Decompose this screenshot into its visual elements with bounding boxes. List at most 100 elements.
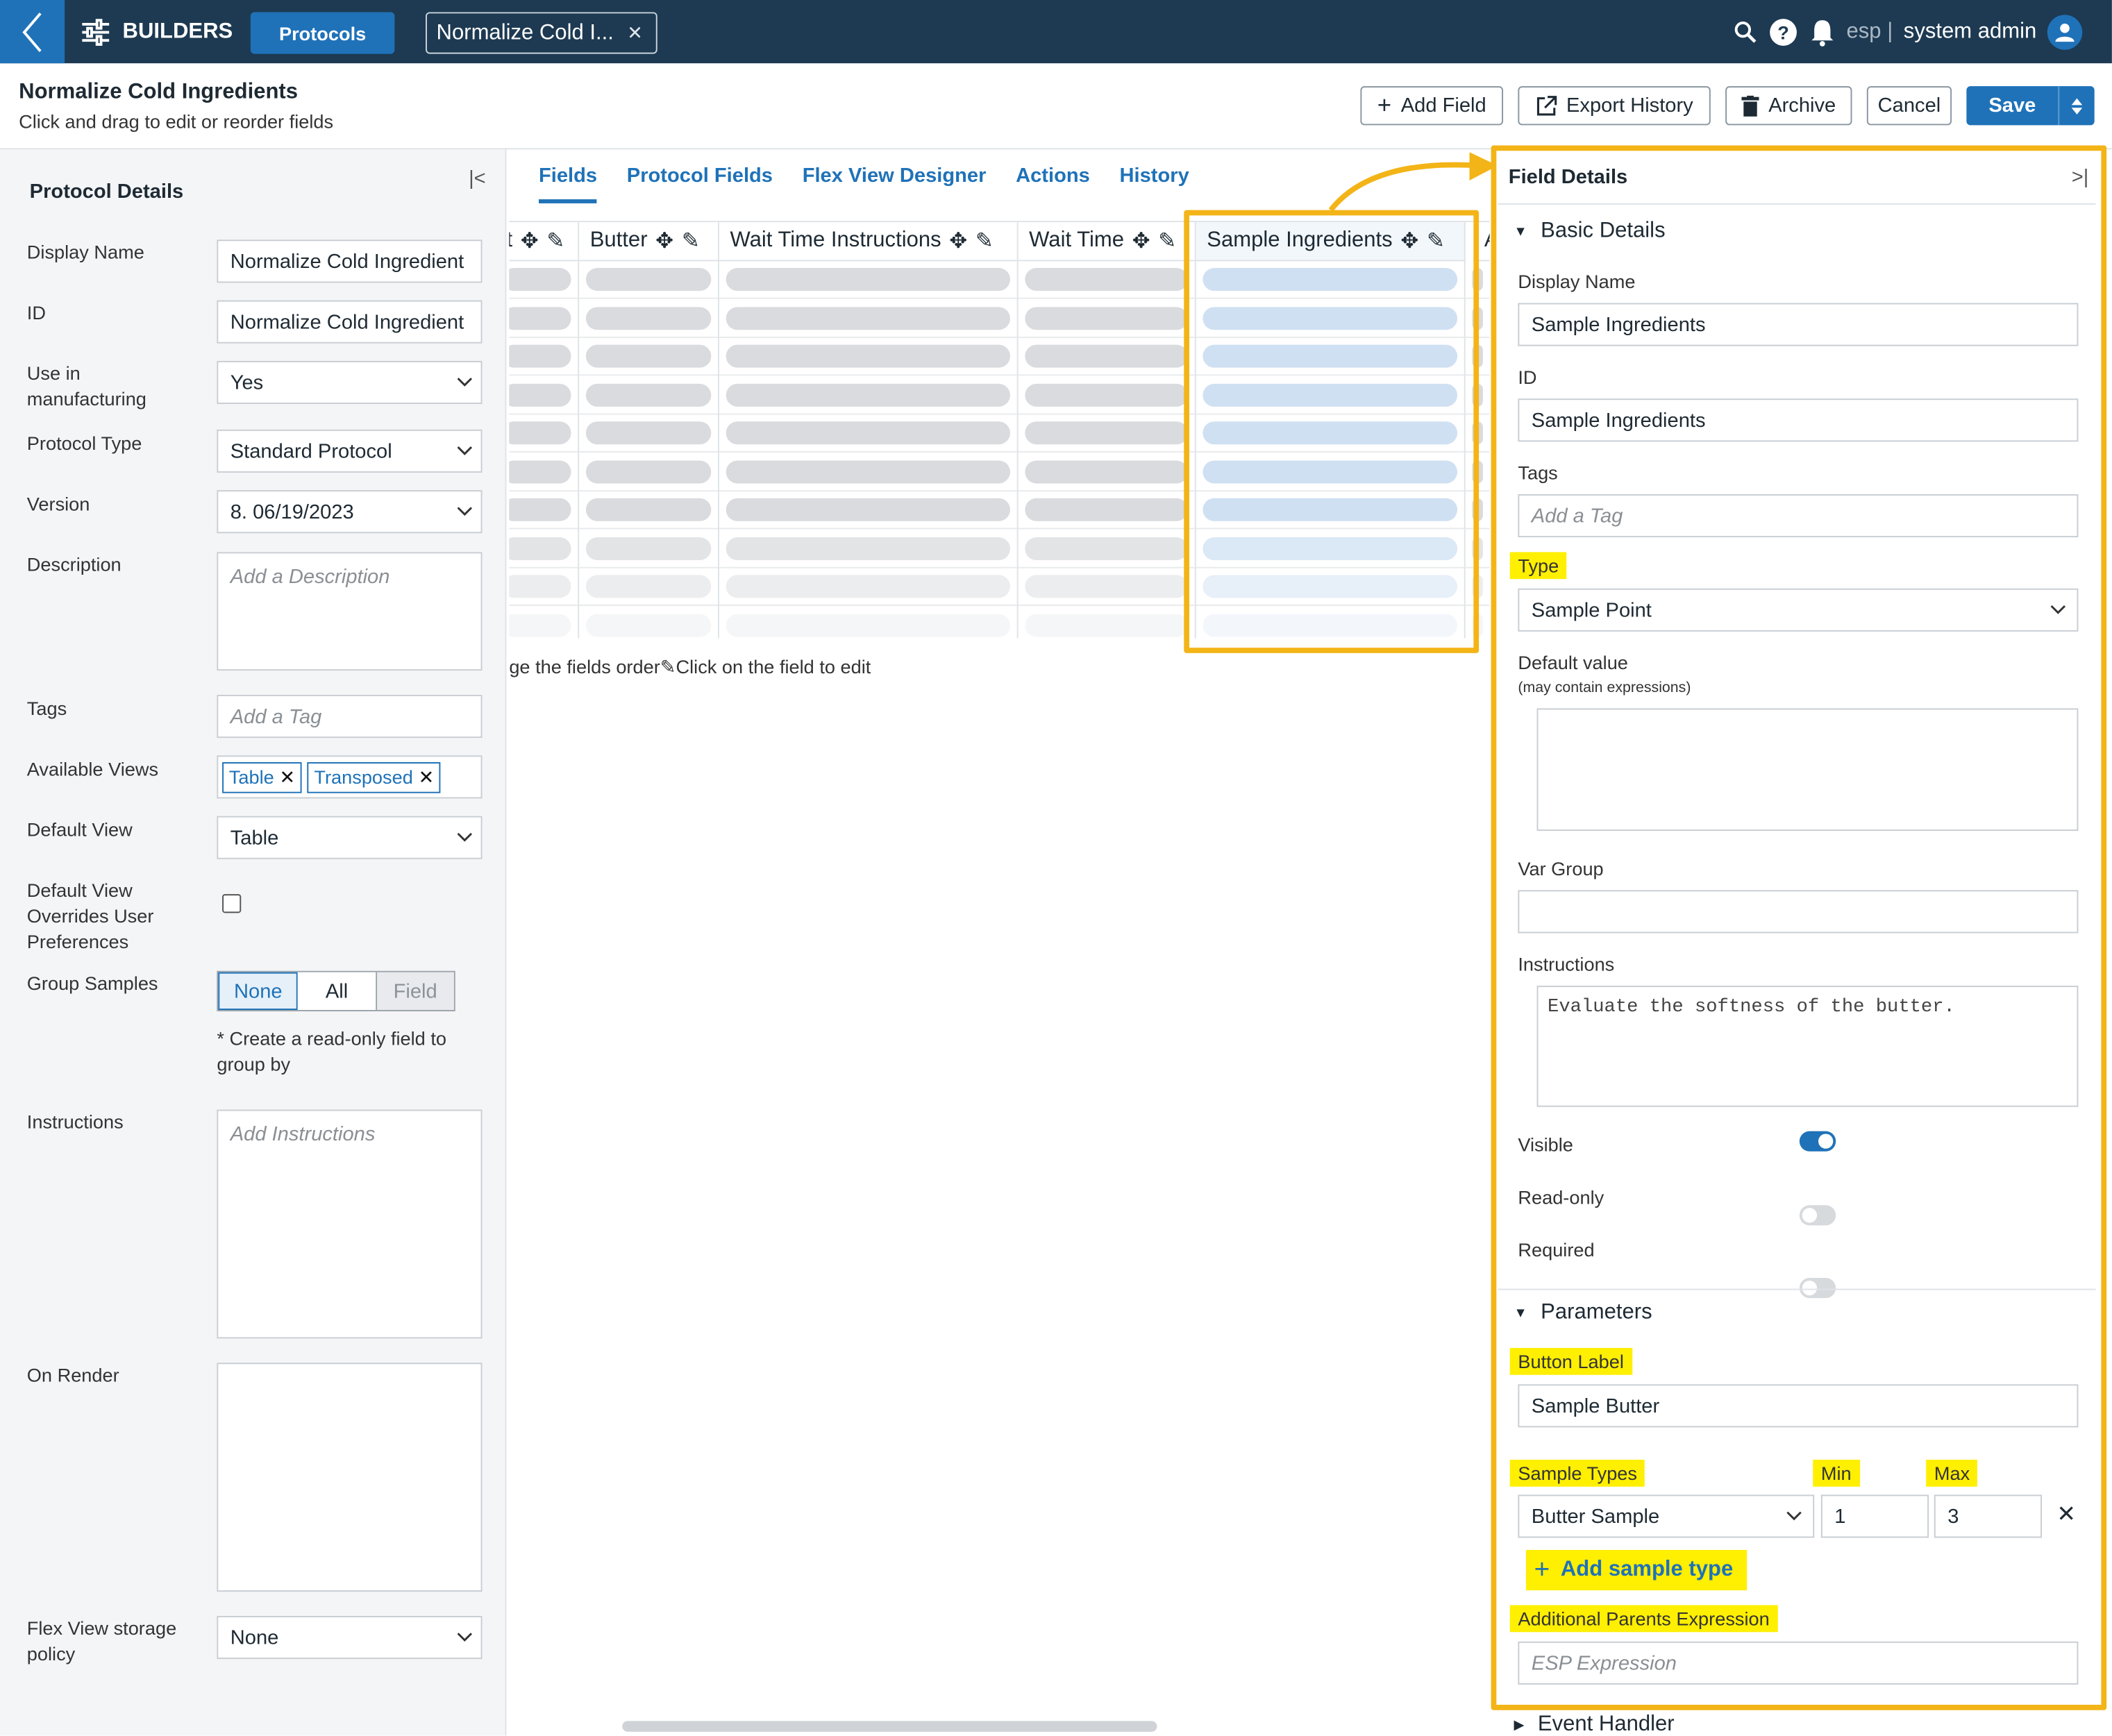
add-sample-type-button[interactable]: + Add sample type <box>1526 1549 1747 1591</box>
use-in-mfg-select[interactable]: Yes <box>217 360 483 404</box>
tags-input[interactable]: Add a Tag <box>217 695 483 739</box>
basic-details-section[interactable]: ▼ Basic Details <box>1514 219 1666 244</box>
var-group-input[interactable] <box>1518 890 2079 934</box>
bell-icon[interactable] <box>1809 17 1836 47</box>
tab-fields[interactable]: Fields <box>539 165 598 203</box>
archive-button[interactable]: Archive <box>1725 86 1852 126</box>
tab-protocol-fields[interactable]: Protocol Fields <box>627 165 773 203</box>
display-name-input[interactable]: Normalize Cold Ingredient <box>217 239 483 283</box>
parents-expression-input[interactable]: ESP Expression <box>1518 1641 2079 1685</box>
field-id-input[interactable]: Sample Ingredients <box>1518 398 2079 442</box>
open-tab[interactable]: Normalize Cold I... ✕ <box>426 12 657 54</box>
default-view-select[interactable]: Table <box>217 816 483 859</box>
field-display-name-input[interactable]: Sample Ingredients <box>1518 303 2079 346</box>
max-label: Max <box>1926 1459 1978 1487</box>
row-divider <box>719 297 1017 299</box>
button-label-input[interactable]: Sample Butter <box>1518 1384 2079 1428</box>
parameters-section[interactable]: ▼ Parameters <box>1514 1301 1652 1325</box>
max-input[interactable]: 3 <box>1934 1494 2043 1538</box>
flex-storage-select[interactable]: None <box>217 1616 483 1660</box>
visible-toggle[interactable] <box>1799 1131 1836 1152</box>
override-checkbox[interactable] <box>222 894 242 913</box>
sample-type-select[interactable]: Butter Sample <box>1518 1494 1815 1538</box>
move-icon[interactable]: ✥ <box>521 228 539 255</box>
column-header[interactable]: Wait Time Instructions ✥ ✎ <box>719 222 1019 262</box>
grid-column[interactable] <box>509 261 580 639</box>
move-icon[interactable]: ✥ <box>949 228 967 255</box>
field-tags-label: Tags <box>1518 462 1558 484</box>
help-icon[interactable]: ? <box>1768 17 1798 47</box>
tab-actions[interactable]: Actions <box>1016 165 1090 203</box>
row-divider <box>719 336 1017 337</box>
add-field-button[interactable]: + Add Field <box>1360 86 1504 126</box>
column-header[interactable]: Butter ✥ ✎ <box>579 222 719 262</box>
group-none-option[interactable]: None <box>218 972 299 1010</box>
row-divider <box>579 528 719 530</box>
on-render-editor[interactable] <box>217 1363 483 1592</box>
protocol-type-value: Standard Protocol <box>230 439 392 463</box>
cell-placeholder <box>1025 421 1189 445</box>
id-input[interactable]: Normalize Cold Ingredient <box>217 300 483 344</box>
grid-column[interactable] <box>719 261 1019 639</box>
event-handler-section[interactable]: ▶ Event Handler <box>1514 1713 1675 1736</box>
save-options-dropdown[interactable] <box>2059 95 2094 117</box>
protocol-type-label: Protocol Type <box>26 432 142 454</box>
cell-placeholder <box>509 575 571 598</box>
cancel-button[interactable]: Cancel <box>1866 86 1952 126</box>
override-label: Default View Overrides User Preferences <box>26 879 154 952</box>
default-value-label: Default value <box>1518 651 1628 673</box>
remove-sample-type-icon[interactable]: ✕ <box>2056 1501 2076 1528</box>
tab-history[interactable]: History <box>1120 165 1189 203</box>
back-button[interactable] <box>0 0 65 64</box>
grid-column[interactable] <box>1018 261 1196 639</box>
default-value-editor[interactable] <box>1536 708 2079 831</box>
move-icon[interactable]: ✥ <box>655 228 673 255</box>
search-icon[interactable] <box>1734 19 1758 44</box>
view-chip-transposed[interactable]: Transposed ✕ <box>307 761 442 793</box>
description-textarea[interactable]: Add a Description <box>217 552 483 671</box>
pencil-icon[interactable]: ✎ <box>975 228 994 255</box>
cell-placeholder <box>585 344 712 368</box>
cell-placeholder <box>509 537 571 560</box>
column-header[interactable]: Wait Time ✥ ✎ <box>1018 222 1196 262</box>
pencil-icon[interactable]: ✎ <box>1158 228 1176 255</box>
pencil-icon: ✎ <box>660 655 676 677</box>
close-icon[interactable]: ✕ <box>419 766 435 789</box>
view-chip-table[interactable]: Table ✕ <box>222 761 302 793</box>
pencil-icon[interactable]: ✎ <box>546 228 564 255</box>
grid-column[interactable] <box>579 261 719 639</box>
add-field-label: Add Field <box>1400 94 1486 117</box>
readonly-toggle[interactable] <box>1799 1205 1836 1226</box>
display-name-label: Display Name <box>26 241 144 263</box>
instructions-textarea[interactable]: Add Instructions <box>217 1109 483 1339</box>
tab-flex-view-designer[interactable]: Flex View Designer <box>803 165 987 203</box>
column-header[interactable]: t ✥ ✎ <box>509 222 580 262</box>
user-nav: ? esp | system admin <box>1734 0 2112 63</box>
group-field-option[interactable]: Field <box>376 972 454 1010</box>
version-select[interactable]: 8. 06/19/2023 <box>217 490 483 534</box>
save-button[interactable]: Save <box>1966 86 2095 126</box>
field-type-select[interactable]: Sample Point <box>1518 588 2079 632</box>
protocol-type-select[interactable]: Standard Protocol <box>217 429 483 473</box>
collapse-right-icon[interactable]: >| <box>2072 166 2089 189</box>
min-input[interactable]: 1 <box>1820 1494 1929 1538</box>
pencil-icon[interactable]: ✎ <box>682 228 700 255</box>
export-history-button[interactable]: Export History <box>1518 86 1711 126</box>
row-divider <box>719 566 1017 568</box>
close-icon[interactable]: ✕ <box>279 766 295 789</box>
builders-menu[interactable]: BUILDERS <box>81 0 233 63</box>
cell-placeholder <box>1025 460 1189 483</box>
divider <box>1498 1288 2096 1290</box>
field-tags-input[interactable]: Add a Tag <box>1518 494 2079 538</box>
move-icon[interactable]: ✥ <box>1132 228 1150 255</box>
group-all-option[interactable]: All <box>298 972 377 1010</box>
collapse-left-icon[interactable]: |< <box>469 167 486 190</box>
field-instructions-textarea[interactable]: Evaluate the softness of the butter. <box>1536 986 2079 1107</box>
avatar[interactable] <box>2047 14 2083 49</box>
close-icon[interactable]: ✕ <box>627 22 643 44</box>
protocols-button[interactable]: Protocols <box>250 12 395 54</box>
horizontal-scrollbar[interactable] <box>622 1721 1157 1732</box>
available-views-input[interactable]: Table ✕ Transposed ✕ <box>217 755 483 799</box>
user-name[interactable]: system admin <box>1904 19 2036 44</box>
add-sample-type-label: Add sample type <box>1560 1558 1734 1581</box>
